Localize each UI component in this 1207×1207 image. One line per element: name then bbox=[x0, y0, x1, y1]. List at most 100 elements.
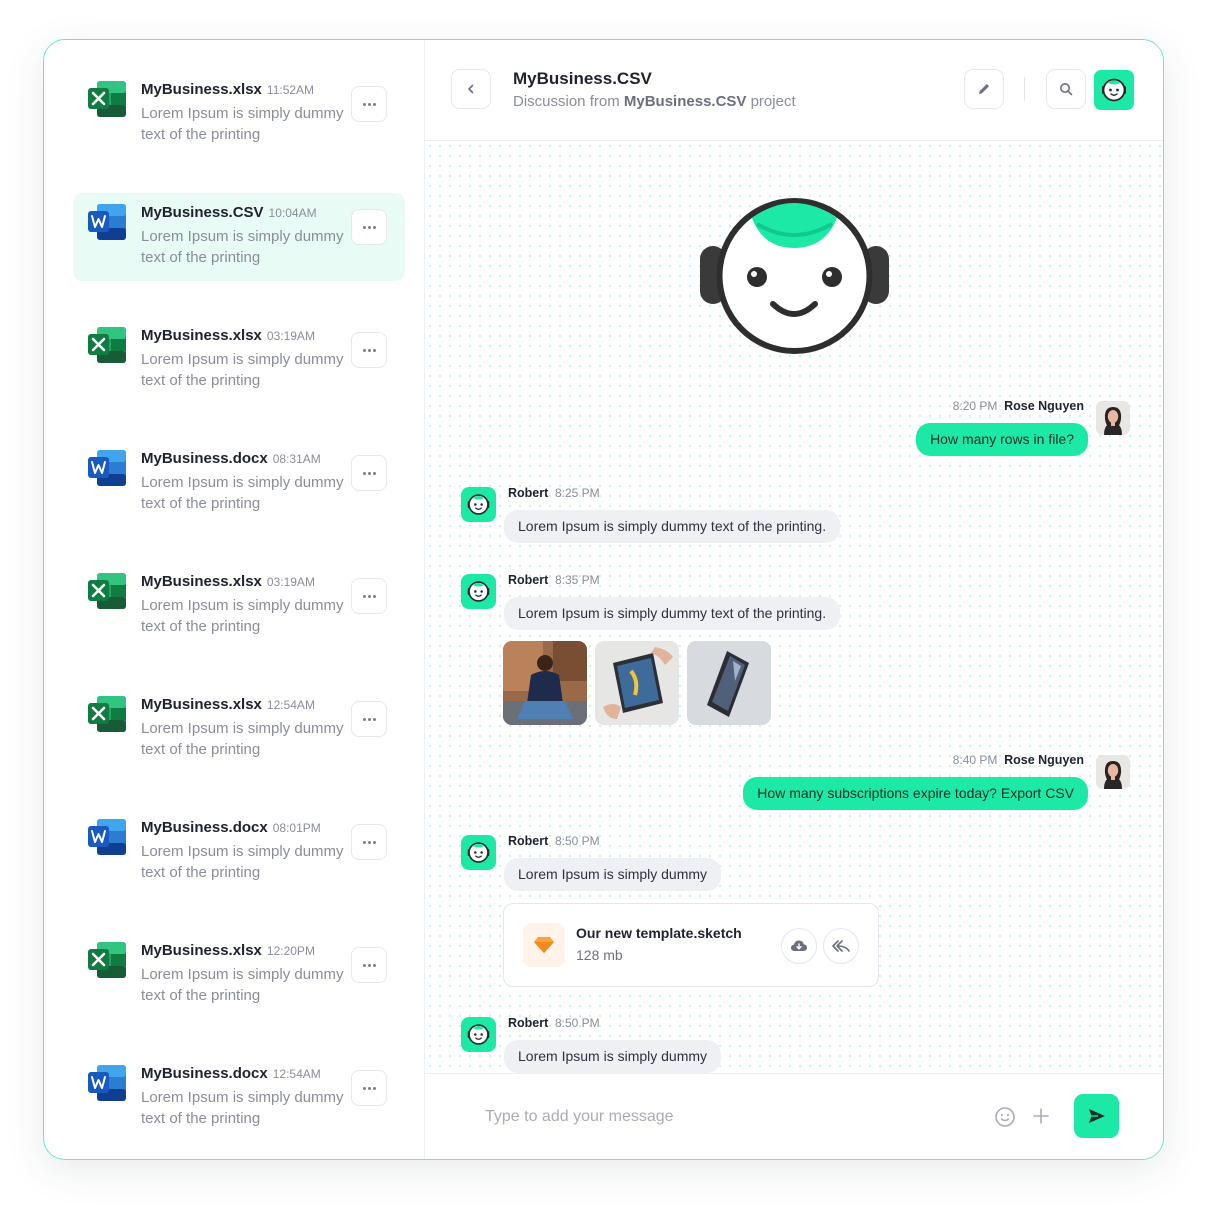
conversation-item[interactable]: MyBusiness.xlsx 12:54AM Lorem Ipsum is sim… bbox=[73, 685, 405, 773]
ellipsis-dot-icon bbox=[367, 963, 371, 967]
message-sender: Robert bbox=[508, 486, 549, 500]
ellipsis-dot-icon bbox=[362, 225, 366, 229]
image-thumbnail-person[interactable] bbox=[503, 641, 587, 725]
ellipsis-dot-icon bbox=[362, 717, 366, 721]
ellipsis-dot-icon bbox=[372, 840, 376, 844]
back-button[interactable] bbox=[451, 69, 491, 109]
message-meta: Robert 8:50 PM bbox=[508, 1016, 600, 1030]
message-time: 8:20 PM bbox=[952, 399, 998, 413]
subtitle-prefix: Discussion from bbox=[513, 93, 620, 110]
message-sender: Rose Nguyen bbox=[1004, 753, 1084, 767]
conversation-title: MyBusiness.xlsx 12:20PM bbox=[141, 942, 315, 959]
conversation-item[interactable]: MyBusiness.xlsx 12:20PM Lorem Ipsum is sim… bbox=[73, 931, 405, 1019]
message-meta: Robert 8:25 PM bbox=[508, 486, 600, 500]
bot-avatar[interactable] bbox=[461, 487, 496, 522]
file-attachment-card[interactable]: Our new template.sketch 128 mb bbox=[503, 903, 879, 987]
conversation-item[interactable]: MyBusiness.xlsx 03:19AM Lorem Ipsum is sim… bbox=[73, 562, 405, 650]
reply-all-icon bbox=[832, 940, 850, 952]
more-options-button[interactable] bbox=[351, 332, 387, 368]
conversation-filename: MyBusiness.xlsx bbox=[141, 81, 262, 98]
message-bubble-outgoing[interactable]: How many subscriptions expire today? Exp… bbox=[743, 777, 1088, 810]
subtitle-project[interactable]: MyBusiness.CSV bbox=[624, 93, 747, 110]
more-options-button[interactable] bbox=[351, 455, 387, 491]
ellipsis-dot-icon bbox=[362, 840, 366, 844]
bot-avatar-button[interactable] bbox=[1094, 70, 1134, 110]
conversation-time: 03:19AM bbox=[266, 575, 315, 589]
download-button[interactable] bbox=[781, 928, 817, 964]
chevron-left-icon bbox=[468, 84, 474, 94]
conversation-preview: Lorem Ipsum is simply dummy text of the … bbox=[141, 474, 344, 512]
conversation-item[interactable]: MyBusiness.xlsx 03:19AM Lorem Ipsum is sim… bbox=[73, 316, 405, 404]
ellipsis-dot-icon bbox=[367, 840, 371, 844]
conversation-time: 10:04AM bbox=[268, 206, 317, 220]
ellipsis-dot-icon bbox=[367, 225, 371, 229]
message-bubble-incoming[interactable]: Lorem Ipsum is simply dummy bbox=[504, 1040, 722, 1073]
conversation-item[interactable]: MyBusiness.docx 12:54AM Lorem Ipsum is sim… bbox=[73, 1054, 405, 1142]
more-options-button[interactable] bbox=[351, 947, 387, 983]
word-icon bbox=[87, 449, 127, 487]
conversation-filename: MyBusiness.docx bbox=[141, 819, 268, 836]
user-photo-icon bbox=[1096, 755, 1130, 789]
message-thread[interactable]: 8:20 PM Rose Nguyen How many rows in fil… bbox=[425, 141, 1163, 1073]
conversation-time: 12:54AM bbox=[272, 1067, 321, 1081]
ellipsis-dot-icon bbox=[367, 594, 371, 598]
more-options-button[interactable] bbox=[351, 701, 387, 737]
search-button[interactable] bbox=[1046, 69, 1086, 109]
photo-phone-icon bbox=[687, 641, 771, 725]
more-options-button[interactable] bbox=[351, 209, 387, 245]
send-button[interactable] bbox=[1074, 1094, 1119, 1138]
word-icon bbox=[87, 1064, 127, 1102]
excel-icon bbox=[87, 572, 127, 610]
cloud-download-icon bbox=[791, 940, 807, 951]
conversation-title: MyBusiness.docx 12:54AM bbox=[141, 1065, 321, 1082]
add-attachment-icon[interactable] bbox=[1032, 1107, 1050, 1125]
image-thumbnail-tablet[interactable] bbox=[595, 641, 679, 725]
send-icon bbox=[1088, 1109, 1105, 1123]
conversation-title: MyBusiness.xlsx 03:19AM bbox=[141, 573, 315, 590]
message-sender: Robert bbox=[508, 834, 549, 848]
reply-all-button[interactable] bbox=[823, 928, 859, 964]
ellipsis-dot-icon bbox=[367, 102, 371, 106]
pencil-icon bbox=[979, 84, 989, 94]
more-options-button[interactable] bbox=[351, 824, 387, 860]
photo-person-icon bbox=[503, 641, 587, 725]
message-bubble-incoming[interactable]: Lorem Ipsum is simply dummy text of the … bbox=[504, 510, 841, 543]
conversation-item[interactable]: MyBusiness.CSV 10:04AM Lorem Ipsum is simp… bbox=[73, 193, 405, 281]
conversation-time: 12:54AM bbox=[266, 698, 315, 712]
word-icon bbox=[87, 818, 127, 856]
subtitle-suffix: project bbox=[750, 93, 796, 110]
ellipsis-dot-icon bbox=[372, 963, 376, 967]
ellipsis-dot-icon bbox=[362, 348, 366, 352]
edit-button[interactable] bbox=[964, 69, 1004, 109]
ellipsis-dot-icon bbox=[367, 471, 371, 475]
bot-avatar[interactable] bbox=[461, 1017, 496, 1052]
message-meta: 8:20 PM Rose Nguyen bbox=[953, 399, 1084, 413]
conversation-item[interactable]: MyBusiness.docx 08:01PM Lorem Ipsum is sim… bbox=[73, 808, 405, 896]
conversation-preview: Lorem Ipsum is simply dummy text of the … bbox=[141, 1089, 344, 1127]
conversation-time: 03:19AM bbox=[266, 329, 315, 343]
conversation-preview: Lorem Ipsum is simply dummy text of the … bbox=[141, 105, 344, 143]
conversation-title: MyBusiness.xlsx 11:52AM bbox=[141, 81, 314, 98]
attachment-name: Our new template.sketch bbox=[576, 925, 742, 941]
bot-avatar[interactable] bbox=[461, 574, 496, 609]
message-bubble-incoming[interactable]: Lorem Ipsum is simply dummy bbox=[504, 858, 722, 891]
conversation-item[interactable]: MyBusiness.docx 08:31AM Lorem Ipsum is sim… bbox=[73, 439, 405, 527]
message-bubble-incoming[interactable]: Lorem Ipsum is simply dummy text of the … bbox=[504, 597, 841, 630]
search-icon bbox=[1060, 83, 1073, 96]
more-options-button[interactable] bbox=[351, 1070, 387, 1106]
ellipsis-dot-icon bbox=[367, 1086, 371, 1090]
image-thumbnail-phone[interactable] bbox=[687, 641, 771, 725]
emoji-icon[interactable] bbox=[994, 1106, 1016, 1128]
more-options-button[interactable] bbox=[351, 86, 387, 122]
more-options-button[interactable] bbox=[351, 578, 387, 614]
user-avatar[interactable] bbox=[1096, 755, 1130, 789]
message-bubble-outgoing[interactable]: How many rows in file? bbox=[916, 423, 1088, 456]
sketch-file-icon bbox=[523, 923, 565, 967]
bot-avatar[interactable] bbox=[461, 835, 496, 870]
excel-icon bbox=[87, 941, 127, 979]
conversation-item[interactable]: MyBusiness.xlsx 11:52AM Lorem Ipsum is sim… bbox=[73, 70, 405, 158]
message-input[interactable] bbox=[485, 1102, 965, 1132]
user-avatar[interactable] bbox=[1096, 401, 1130, 435]
chat-header: MyBusiness.CSV Discussion from MyBusines… bbox=[425, 40, 1163, 141]
conversation-filename: MyBusiness.xlsx bbox=[141, 573, 262, 590]
